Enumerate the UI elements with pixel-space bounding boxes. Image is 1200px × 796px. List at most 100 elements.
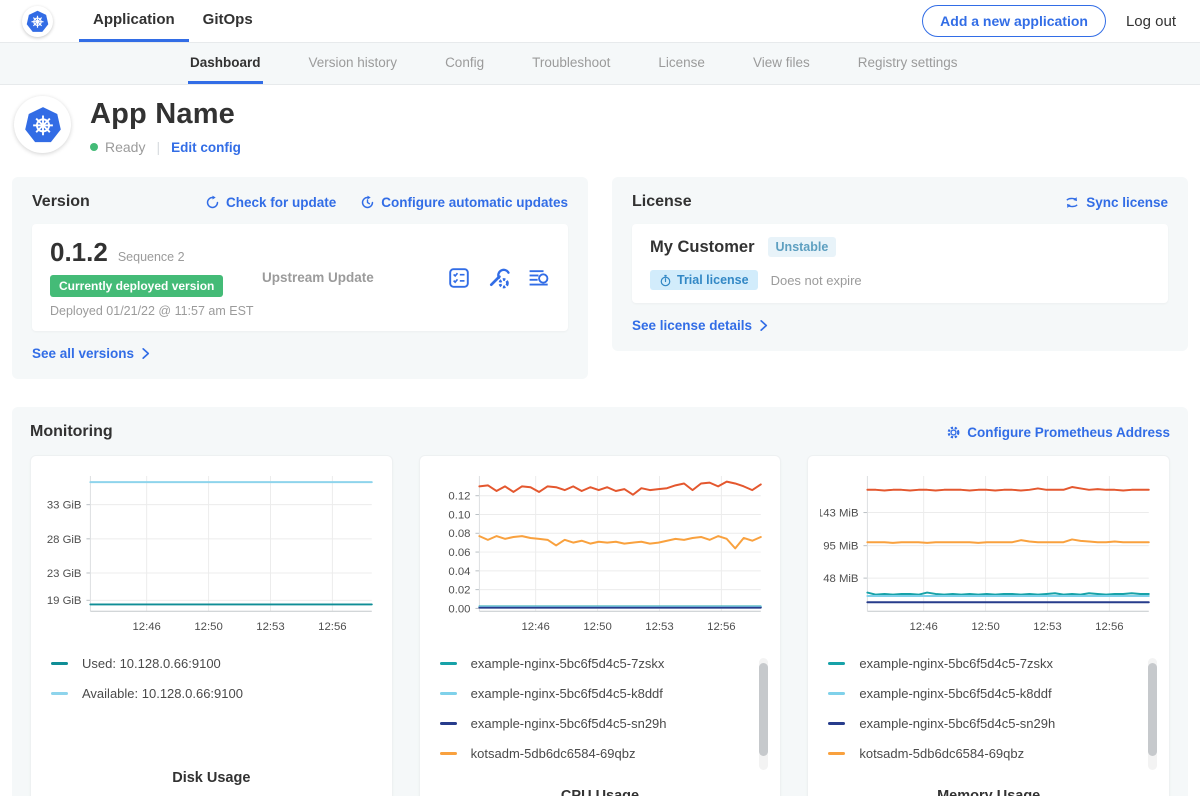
memory-usage-chart: 12:4612:5012:5312:56143 MiB95 MiB48 MiB <box>820 466 1157 643</box>
edit-config-link[interactable]: Edit config <box>171 140 241 155</box>
tab-view-files[interactable]: View files <box>751 43 812 84</box>
app-avatar <box>14 96 71 153</box>
version-card: Version Check for update Configure au <box>12 177 588 379</box>
legend-item: example-nginx-5bc6f5d4c5-7zskx <box>440 656 765 671</box>
sync-license-label: Sync license <box>1086 195 1168 210</box>
tab-application-label: Application <box>93 11 175 28</box>
add-application-button[interactable]: Add a new application <box>922 5 1106 37</box>
configure-prometheus-button[interactable]: Configure Prometheus Address <box>946 425 1170 440</box>
tab-troubleshoot[interactable]: Troubleshoot <box>530 43 612 84</box>
tab-view-files-label: View files <box>753 55 810 70</box>
see-license-details-link[interactable]: See license details <box>632 318 769 333</box>
deploy-logs-icon[interactable] <box>527 266 550 289</box>
check-for-update-button[interactable]: Check for update <box>205 195 336 210</box>
svg-text:12:53: 12:53 <box>1034 621 1062 633</box>
refresh-icon <box>205 195 220 210</box>
svg-text:0.00: 0.00 <box>448 603 470 615</box>
version-number: 0.1.2 <box>50 237 108 268</box>
chevron-right-icon <box>758 319 769 332</box>
legend-swatch <box>828 662 845 665</box>
deployed-timestamp: Deployed 01/21/22 @ 11:57 am EST <box>50 304 262 318</box>
monitoring-card: Monitoring Configure Prometheus Address … <box>12 407 1188 796</box>
kubernetes-logo-icon <box>22 6 53 37</box>
config-wrench-icon[interactable] <box>487 266 510 289</box>
memory-usage-card: 12:4612:5012:5312:56143 MiB95 MiB48 MiB … <box>807 455 1170 796</box>
legend-swatch <box>828 692 845 695</box>
cpu-usage-legend: example-nginx-5bc6f5d4c5-7zskx example-ng… <box>432 656 769 776</box>
license-card-title: License <box>632 193 692 211</box>
legend-label: example-nginx-5bc6f5d4c5-7zskx <box>859 656 1053 671</box>
legend-scrollbar[interactable] <box>1148 658 1157 770</box>
svg-text:12:53: 12:53 <box>645 621 673 633</box>
cpu-usage-card: 12:4612:5012:5312:560.120.100.080.060.04… <box>419 455 782 796</box>
svg-text:12:56: 12:56 <box>707 621 735 633</box>
svg-text:12:56: 12:56 <box>318 621 346 633</box>
see-all-versions-label: See all versions <box>32 346 134 361</box>
svg-text:0.02: 0.02 <box>448 585 470 597</box>
legend-item: example-nginx-5bc6f5d4c5-sn29h <box>440 716 765 731</box>
svg-text:12:50: 12:50 <box>972 621 1000 633</box>
legend-swatch <box>51 662 68 665</box>
trial-license-badge: Trial license <box>650 270 758 290</box>
legend-label: kotsadm-5db6dc6584-69qbz <box>471 746 636 761</box>
tab-config[interactable]: Config <box>443 43 486 84</box>
svg-text:19 GiB: 19 GiB <box>47 595 82 607</box>
legend-label: example-nginx-5bc6f5d4c5-7zskx <box>471 656 665 671</box>
svg-text:33 GiB: 33 GiB <box>47 500 82 512</box>
legend-swatch <box>828 752 845 755</box>
configure-prometheus-label: Configure Prometheus Address <box>967 425 1170 440</box>
legend-label: example-nginx-5bc6f5d4c5-sn29h <box>471 716 667 731</box>
top-nav-tabs: Application GitOps <box>79 0 267 42</box>
logout-button[interactable]: Log out <box>1126 13 1176 30</box>
tab-application[interactable]: Application <box>79 0 189 42</box>
svg-text:12:46: 12:46 <box>910 621 938 633</box>
tab-license[interactable]: License <box>656 43 707 84</box>
app-sub-nav: Dashboard Version history Config Trouble… <box>0 43 1200 85</box>
tab-gitops[interactable]: GitOps <box>189 0 267 42</box>
tab-version-history-label: Version history <box>309 55 398 70</box>
sync-license-button[interactable]: Sync license <box>1064 195 1168 210</box>
legend-item: example-nginx-5bc6f5d4c5-k8ddf <box>828 686 1153 701</box>
customer-name: My Customer <box>650 238 755 257</box>
legend-scrollbar-thumb[interactable] <box>1148 663 1157 756</box>
channel-badge: Unstable <box>768 237 837 257</box>
svg-text:48 MiB: 48 MiB <box>824 573 859 585</box>
configure-automatic-updates-button[interactable]: Configure automatic updates <box>360 195 568 210</box>
see-license-details-label: See license details <box>632 318 752 333</box>
legend-scrollbar[interactable] <box>759 658 768 770</box>
legend-item: example-nginx-5bc6f5d4c5-k8ddf <box>440 686 765 701</box>
legend-swatch <box>440 662 457 665</box>
svg-text:12:46: 12:46 <box>521 621 549 633</box>
svg-text:0.10: 0.10 <box>448 509 470 521</box>
legend-swatch <box>828 722 845 725</box>
legend-swatch <box>51 692 68 695</box>
svg-text:12:53: 12:53 <box>256 621 284 633</box>
clock-refresh-icon <box>360 195 375 210</box>
divider: | <box>156 139 160 155</box>
preflight-checks-icon[interactable] <box>448 267 470 289</box>
tab-dashboard-label: Dashboard <box>190 55 261 70</box>
configure-automatic-updates-label: Configure automatic updates <box>381 195 568 210</box>
tab-license-label: License <box>658 55 705 70</box>
legend-label: Used: 10.128.0.66:9100 <box>82 656 221 671</box>
license-summary-row: My Customer Unstable Trial license Does … <box>632 224 1168 303</box>
version-sequence: Sequence 2 <box>118 250 185 264</box>
status-badge: Ready <box>105 139 145 155</box>
legend-swatch <box>440 692 457 695</box>
svg-text:23 GiB: 23 GiB <box>47 568 82 580</box>
license-card: License Sync license My Customer Unstabl… <box>612 177 1188 351</box>
svg-text:95 MiB: 95 MiB <box>824 541 859 553</box>
tab-troubleshoot-label: Troubleshoot <box>532 55 610 70</box>
cpu-usage-chart: 12:4612:5012:5312:560.120.100.080.060.04… <box>432 466 769 643</box>
legend-item: Used: 10.128.0.66:9100 <box>51 656 376 671</box>
tab-registry-settings[interactable]: Registry settings <box>856 43 960 84</box>
app-header: App Name Ready | Edit config <box>0 85 1200 167</box>
svg-text:0.08: 0.08 <box>448 528 470 540</box>
see-all-versions-link[interactable]: See all versions <box>32 346 151 361</box>
legend-scrollbar-thumb[interactable] <box>759 663 768 756</box>
gear-icon <box>946 425 961 440</box>
tab-dashboard[interactable]: Dashboard <box>188 43 263 84</box>
svg-text:12:56: 12:56 <box>1096 621 1124 633</box>
tab-version-history[interactable]: Version history <box>307 43 400 84</box>
legend-label: kotsadm-5db6dc6584-69qbz <box>859 746 1024 761</box>
